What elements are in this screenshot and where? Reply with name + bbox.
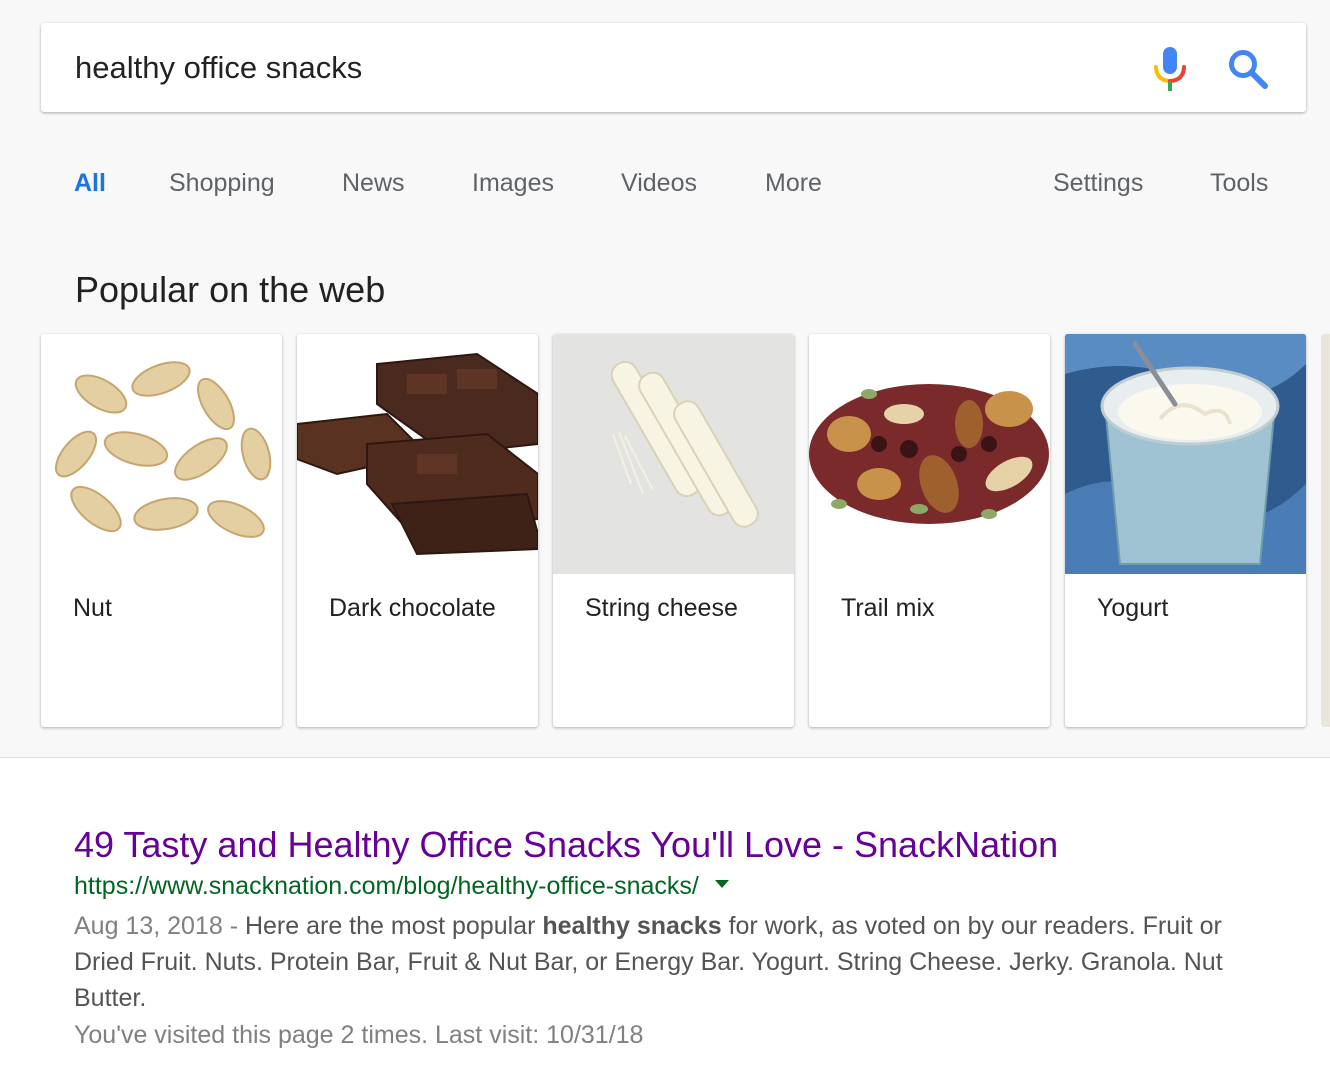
visited-note: You've visited this page 2 times. Last v… bbox=[74, 1021, 644, 1049]
search-icon[interactable] bbox=[1227, 48, 1269, 90]
card-dark-chocolate[interactable]: Dark chocolate bbox=[297, 334, 538, 727]
result-date: Aug 13, 2018 bbox=[74, 912, 223, 940]
dropdown-arrow-icon[interactable] bbox=[714, 880, 729, 889]
card-label: Dark chocolate bbox=[329, 594, 496, 622]
card-label: Yogurt bbox=[1097, 594, 1169, 622]
tab-images[interactable]: Images bbox=[472, 163, 554, 203]
result-snippet: Aug 13, 2018 - Here are the most popular… bbox=[74, 908, 1274, 1016]
search-box[interactable]: healthy office snacks bbox=[41, 23, 1306, 112]
yogurt-cup-image bbox=[1065, 334, 1306, 574]
string-cheese-image bbox=[553, 334, 794, 574]
result-url[interactable]: https://www.snacknation.com/blog/healthy… bbox=[74, 872, 699, 900]
header-area: healthy office snacks All Shopping News … bbox=[0, 0, 1330, 758]
search-input[interactable]: healthy office snacks bbox=[75, 23, 362, 112]
section-title: Popular on the web bbox=[75, 269, 386, 310]
card-yogurt[interactable]: Yogurt bbox=[1065, 334, 1306, 727]
card-label: Nut bbox=[73, 594, 112, 622]
tab-tools[interactable]: Tools bbox=[1210, 163, 1268, 203]
card-label: String cheese bbox=[585, 594, 738, 622]
card-label: Trail mix bbox=[841, 594, 935, 622]
microphone-icon[interactable] bbox=[1150, 45, 1190, 93]
result-title-link[interactable]: 49 Tasty and Healthy Office Snacks You'l… bbox=[74, 823, 1058, 867]
date-separator: - bbox=[222, 912, 245, 940]
next-card-edge[interactable] bbox=[1321, 334, 1330, 727]
card-nut[interactable]: Nut bbox=[41, 334, 282, 727]
snippet-highlight: healthy snacks bbox=[542, 912, 722, 940]
trail-mix-image bbox=[809, 334, 1050, 574]
dark-chocolate-image bbox=[297, 334, 538, 574]
tab-news[interactable]: News bbox=[342, 163, 405, 203]
snippet-text: Here are the most popular bbox=[244, 912, 543, 940]
card-trail-mix[interactable]: Trail mix bbox=[809, 334, 1050, 727]
card-string-cheese[interactable]: String cheese bbox=[553, 334, 794, 727]
tab-videos[interactable]: Videos bbox=[621, 163, 697, 203]
result-url-row: https://www.snacknation.com/blog/healthy… bbox=[74, 869, 729, 903]
cashew-nuts-image bbox=[41, 334, 282, 574]
tab-all[interactable]: All bbox=[74, 163, 106, 203]
tab-more[interactable]: More bbox=[765, 163, 822, 203]
tab-shopping[interactable]: Shopping bbox=[169, 163, 275, 203]
tab-settings[interactable]: Settings bbox=[1053, 163, 1143, 203]
